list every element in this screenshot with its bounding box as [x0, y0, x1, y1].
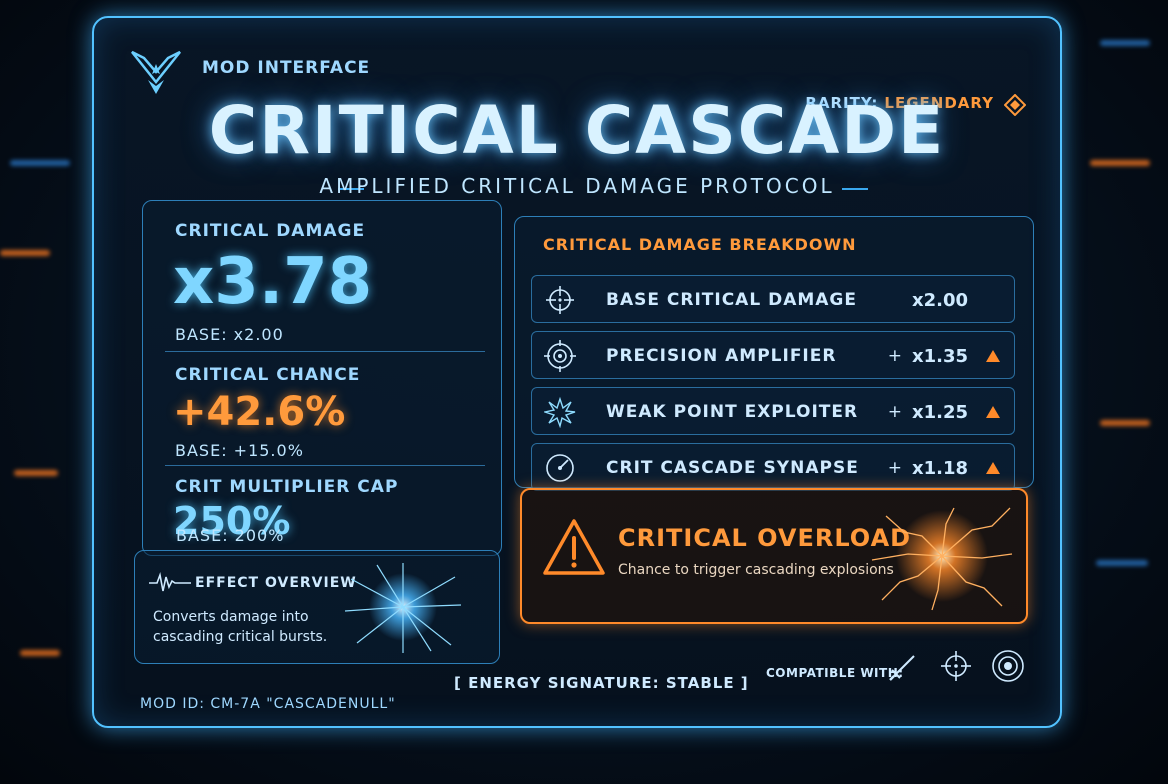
critical-damage-breakdown-card: CRITICAL DAMAGE BREAKDOWN BASE CRITICAL … — [514, 216, 1034, 491]
critical-burst-icon — [344, 563, 462, 653]
crosshair-icon[interactable] — [938, 648, 974, 684]
background-streak — [1100, 40, 1150, 46]
crosshair-icon — [546, 286, 574, 314]
mod-interface-label: MOD INTERFACE — [202, 58, 371, 78]
background-streak — [1090, 160, 1150, 166]
background-streak — [1096, 560, 1148, 566]
stat-divider — [165, 465, 485, 466]
breakdown-row-plus: + — [887, 402, 902, 422]
critical-damage-base: BASE: x2.00 — [175, 325, 284, 344]
background-streak — [20, 650, 60, 656]
increase-arrow-icon — [986, 462, 1000, 474]
compatible-with-label: COMPATIBLE WITH: — [766, 666, 904, 680]
mod-subtitle: AMPLIFIED CRITICAL DAMAGE PROTOCOL — [319, 174, 835, 198]
breakdown-row-label: WEAK POINT EXPLOITER — [606, 402, 859, 422]
breakdown-row-base-critical-damage[interactable]: BASE CRITICAL DAMAGE x2.00 — [531, 275, 1015, 323]
critical-chance-value: +42.6% — [173, 389, 346, 435]
breakdown-row-plus: + — [887, 458, 902, 478]
breakdown-row-label: CRIT CASCADE SYNAPSE — [606, 458, 859, 478]
sword-icon[interactable] — [886, 648, 922, 684]
breakdown-row-value: x1.35 — [911, 346, 968, 367]
background-streak — [14, 470, 58, 476]
mod-panel: MOD INTERFACE RARITY: LEGENDARY CRITICAL … — [92, 16, 1062, 728]
increase-arrow-icon — [986, 406, 1000, 418]
background-streak — [1100, 420, 1150, 426]
explosion-crack-icon — [871, 507, 1013, 611]
stats-card: CRITICAL DAMAGE x3.78 BASE: x2.00 CRITIC… — [142, 200, 502, 556]
effect-overview-card: EFFECT OVERVIEW Converts damage into cas… — [134, 550, 500, 664]
energy-signature: [ ENERGY SIGNATURE: STABLE ] — [454, 674, 749, 692]
critical-chance-label: CRITICAL CHANCE — [175, 365, 361, 385]
breakdown-title: CRITICAL DAMAGE BREAKDOWN — [543, 235, 857, 254]
effect-overview-title: EFFECT OVERVIEW — [195, 575, 357, 591]
shatter-icon — [544, 396, 576, 428]
breakdown-row-precision-amplifier[interactable]: PRECISION AMPLIFIER + x1.35 — [531, 331, 1015, 379]
crit-cap-label: CRIT MULTIPLIER CAP — [175, 477, 399, 497]
effect-overview-text: Converts damage into cascading critical … — [153, 609, 328, 645]
mod-id: MOD ID: CM-7A "CASCADENULL" — [140, 696, 396, 712]
increase-arrow-icon — [986, 350, 1000, 362]
background-streak — [10, 160, 70, 166]
breakdown-row-crit-cascade-synapse[interactable]: CRIT CASCADE SYNAPSE + x1.18 — [531, 443, 1015, 491]
breakdown-row-weak-point-exploiter[interactable]: WEAK POINT EXPLOITER + x1.25 — [531, 387, 1015, 435]
crit-cap-base: BASE: 200% — [176, 526, 285, 545]
critical-damage-label: CRITICAL DAMAGE — [175, 221, 366, 241]
breakdown-row-plus: + — [887, 346, 902, 366]
waveform-icon — [149, 572, 191, 592]
breakdown-row-value: x1.25 — [911, 402, 968, 423]
breakdown-row-value: x2.00 — [911, 290, 968, 311]
breakdown-row-label: BASE CRITICAL DAMAGE — [606, 290, 857, 310]
stat-divider — [165, 351, 485, 352]
warning-icon — [543, 519, 605, 575]
critical-chance-base: BASE: +15.0% — [175, 441, 304, 460]
critical-overload-card: CRITICAL OVERLOAD Chance to trigger casc… — [520, 488, 1028, 624]
background-streak — [0, 250, 50, 256]
breakdown-row-value: x1.18 — [911, 458, 968, 479]
mod-title: CRITICAL CASCADE — [208, 92, 946, 169]
scope-icon[interactable] — [990, 648, 1026, 684]
gauge-icon — [546, 454, 574, 482]
breakdown-row-label: PRECISION AMPLIFIER — [606, 346, 837, 366]
subtitle-divider — [842, 188, 868, 190]
critical-damage-value: x3.78 — [173, 245, 373, 319]
target-icon — [544, 340, 576, 372]
